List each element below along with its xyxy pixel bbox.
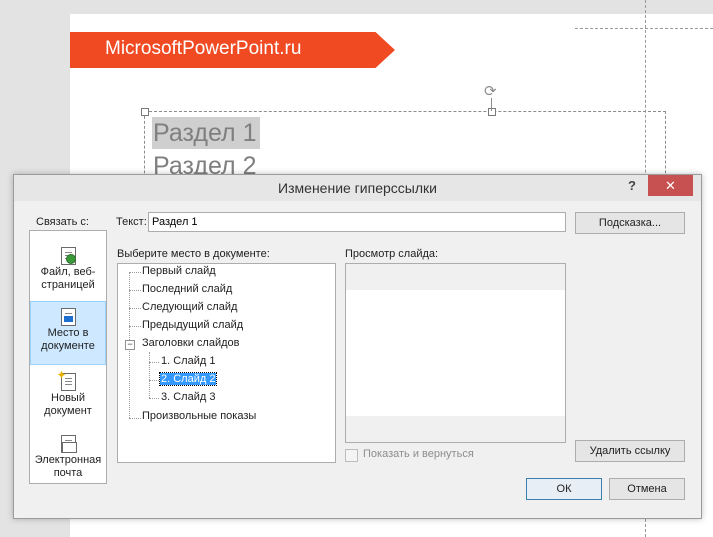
nav-new-document[interactable]: ✦ Новый документ	[30, 367, 106, 431]
tree-guide	[149, 398, 159, 399]
tree-guide	[129, 272, 141, 273]
link-to-label: Связать с:	[36, 216, 89, 228]
tree-item-custom-shows[interactable]: Произвольные показы	[142, 410, 256, 422]
site-banner: MicrosoftPowerPoint.ru	[70, 32, 395, 68]
tree-guide	[129, 326, 141, 327]
dialog-title: Изменение гиперссылки	[278, 180, 437, 196]
nav-existing-file[interactable]: Файл, веб-страницей	[30, 241, 106, 305]
email-icon	[60, 435, 77, 453]
nav-label: Место в документе	[41, 327, 95, 352]
web-page-icon	[60, 247, 76, 265]
slide-preview	[345, 263, 566, 443]
edit-hyperlink-dialog: Изменение гиперссылки ? ✕ Связать с: Тек…	[13, 174, 702, 519]
resize-handle-top-left[interactable]	[141, 108, 149, 116]
collapse-icon[interactable]: −	[125, 340, 135, 350]
tree-guide	[149, 362, 159, 363]
show-and-return-label: Показать и вернуться	[363, 448, 474, 460]
nav-label: Новый документ	[44, 392, 92, 417]
tree-item-slide-titles[interactable]: Заголовки слайдов	[142, 337, 240, 349]
place-in-document-label: Выберите место в документе:	[117, 248, 270, 260]
close-icon[interactable]: ✕	[648, 175, 693, 196]
text-label: Текст:	[116, 216, 147, 228]
text-to-display-input[interactable]	[148, 212, 566, 232]
tree-item-previous-slide[interactable]: Предыдущий слайд	[142, 319, 243, 331]
slide-preview-label: Просмотр слайда:	[345, 248, 439, 260]
screentip-button[interactable]: Подсказка...	[575, 212, 685, 234]
preview-top-band	[346, 264, 565, 290]
place-in-document-icon	[60, 308, 76, 326]
nav-place-in-document[interactable]: Место в документе	[30, 301, 106, 365]
tree-guide	[129, 308, 141, 309]
dialog-titlebar[interactable]: Изменение гиперссылки ? ✕	[14, 175, 701, 201]
slide-text-line-1: Раздел 1	[152, 117, 261, 149]
tree-item-slide-1[interactable]: 1. Слайд 1	[161, 355, 215, 367]
resize-handle-top[interactable]	[488, 108, 496, 116]
tree-guide	[149, 380, 159, 381]
link-to-panel: Файл, веб-страницей Место в документе ✦ …	[29, 230, 107, 484]
tree-item-slide-2[interactable]: 2. Слайд 2	[158, 372, 218, 386]
nav-label: Файл, веб-страницей	[40, 266, 96, 291]
tree-guide	[149, 352, 150, 398]
horizontal-guide	[575, 28, 713, 29]
tree-item-next-slide[interactable]: Следующий слайд	[142, 301, 237, 313]
tree-item-slide-3[interactable]: 3. Слайд 3	[161, 391, 215, 403]
help-icon[interactable]: ?	[628, 178, 636, 193]
nav-label: Электронная почта	[34, 454, 102, 479]
slide-text-line-2: Раздел 2	[153, 152, 257, 174]
tree-item-last-slide[interactable]: Последний слайд	[142, 283, 232, 295]
new-document-icon: ✦	[57, 369, 76, 391]
cancel-button[interactable]: Отмена	[609, 478, 685, 500]
tree-guide	[129, 290, 141, 291]
banner-text: MicrosoftPowerPoint.ru	[105, 38, 302, 59]
tree-item-first-slide[interactable]: Первый слайд	[142, 265, 216, 277]
preview-bottom-band	[346, 416, 565, 442]
ok-button[interactable]: ОК	[526, 478, 602, 500]
rotate-handle-icon[interactable]: ⟳	[484, 84, 497, 99]
document-place-tree[interactable]: Первый слайд Последний слайд Следующий с…	[117, 263, 336, 463]
nav-email[interactable]: Электронная почта	[30, 429, 106, 493]
remove-link-button[interactable]: Удалить ссылку	[575, 440, 685, 462]
tree-guide	[129, 418, 141, 419]
show-and-return-checkbox[interactable]	[345, 449, 358, 462]
